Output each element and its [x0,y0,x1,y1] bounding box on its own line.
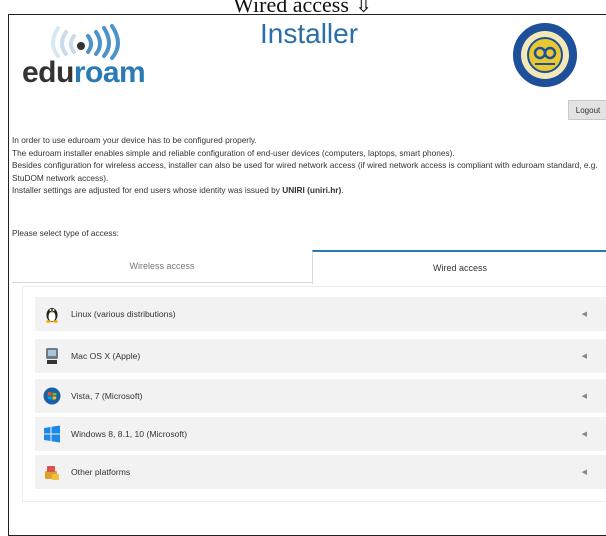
logout-button[interactable]: Logout [568,100,606,120]
platform-item-mac[interactable]: Mac OS X (Apple) ◀ [35,339,606,373]
platform-label: Mac OS X (Apple) [71,351,141,361]
intro-line: Besides configuration for wireless acces… [12,160,598,183]
apple-mac-icon [43,347,61,365]
platform-label: Windows 8, 8.1, 10 (Microsoft) [71,429,188,439]
access-type-prompt: Please select type of access: [12,228,119,238]
platform-item-windows-8-10[interactable]: Windows 8, 8.1, 10 (Microsoft) ◀ [35,417,606,451]
intro-line-text: . [341,185,344,195]
other-platforms-icon [43,463,61,481]
logo-roam-text: roam [73,56,146,89]
tab-wired-access[interactable]: Wired access [312,250,606,284]
intro-line: The eduroam installer enables simple and… [12,147,455,158]
windows-logo-icon [43,425,61,443]
chevron-left-icon: ◀ [581,393,587,400]
platform-label: Linux (various distributions) [71,309,176,319]
windows-vista-orb-icon [43,387,61,405]
tab-wireless-access[interactable]: Wireless access [12,250,312,283]
linux-penguin-icon [43,305,61,323]
platform-label: Vista, 7 (Microsoft) [71,391,143,401]
platform-item-other[interactable]: Other platforms ◀ [35,455,606,489]
intro-line-text: Installer settings are adjusted for end … [12,185,283,195]
chevron-left-icon: ◀ [581,469,587,476]
platform-item-linux[interactable]: Linux (various distributions) ◀ [35,297,606,331]
chevron-left-icon: ◀ [581,353,587,360]
identity-provider-name: UNIRI (uniri.hr) [282,185,342,195]
eduroam-wordmark: eduroam [22,56,146,90]
university-seal-icon [512,22,578,88]
intro-text: In order to use eduroam your device has … [12,134,606,197]
chevron-left-icon: ◀ [581,431,587,438]
access-type-tabs: Wireless access Wired access [12,250,606,284]
intro-line: Installer settings are adjusted for end … [12,184,606,197]
platform-item-vista-7[interactable]: Vista, 7 (Microsoft) ◀ [35,379,606,413]
platform-list-panel: Linux (various distributions) ◀ Mac OS X… [22,286,606,502]
platform-label: Other platforms [71,467,131,477]
page-title: Installer [260,18,359,49]
eduroam-logo: eduroam [22,22,172,94]
logo-edu-text: edu [22,56,74,89]
intro-line: In order to use eduroam your device has … [12,135,257,145]
chevron-left-icon: ◀ [581,311,587,318]
